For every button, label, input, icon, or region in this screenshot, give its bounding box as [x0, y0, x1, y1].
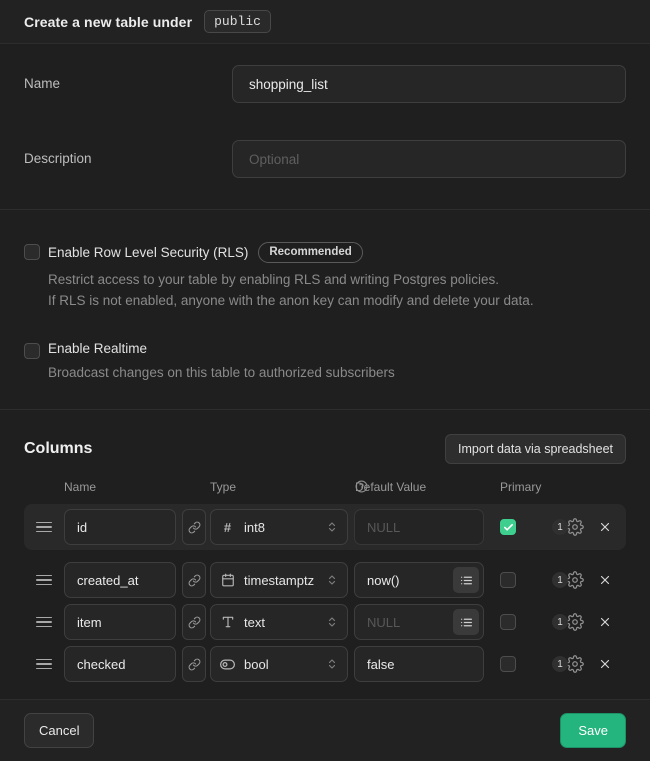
calendar-icon	[220, 573, 235, 587]
column-settings-button[interactable]: 1	[552, 571, 584, 589]
primary-key-checkbox[interactable]	[500, 519, 516, 535]
description-field-row: Description	[24, 140, 626, 178]
realtime-label: Enable Realtime	[48, 341, 147, 356]
toggle-icon	[220, 657, 235, 672]
columns-heading: Columns	[24, 440, 92, 458]
gear-icon	[566, 655, 584, 673]
default-value-menu-icon[interactable]	[453, 609, 479, 635]
chevron-up-down-icon	[326, 521, 338, 533]
help-icon[interactable]	[355, 480, 368, 493]
close-icon	[598, 657, 612, 671]
column-row-checked: bool 1	[24, 646, 626, 682]
panel-header: Create a new table under public	[0, 0, 650, 44]
hash-icon: #	[220, 520, 235, 535]
realtime-description: Broadcast changes on this table to autho…	[48, 362, 626, 383]
text-type-icon	[220, 615, 235, 629]
header-type: Type	[210, 480, 236, 494]
settings-count-badge: 1	[552, 572, 568, 588]
rls-description: Restrict access to your table by enablin…	[48, 269, 626, 311]
settings-count-badge: 1	[552, 614, 568, 630]
column-name-input[interactable]	[64, 646, 176, 682]
rls-label: Enable Row Level Security (RLS)	[48, 245, 248, 260]
columns-section: Columns Import data via spreadsheet Name…	[0, 410, 650, 699]
cancel-button[interactable]: Cancel	[24, 713, 94, 748]
foreign-key-link-icon[interactable]	[182, 562, 206, 598]
save-button[interactable]: Save	[560, 713, 626, 748]
panel-title: Create a new table under	[24, 14, 192, 30]
column-table-headers: Name Type Default Value Primary	[24, 480, 626, 493]
column-default-input	[354, 509, 484, 545]
column-row-id: # int8 1	[24, 504, 626, 550]
name-field-row: Name	[24, 65, 626, 103]
table-options-section: Enable Row Level Security (RLS) Recommen…	[0, 210, 650, 410]
column-settings-button[interactable]: 1	[552, 518, 584, 536]
drag-handle-icon[interactable]	[36, 617, 52, 628]
table-name-input[interactable]	[232, 65, 626, 103]
column-settings-button[interactable]: 1	[552, 613, 584, 631]
column-rows: # int8 1	[24, 504, 626, 682]
column-settings-button[interactable]: 1	[552, 655, 584, 673]
gear-icon	[566, 571, 584, 589]
column-type-select[interactable]: # int8	[210, 509, 348, 545]
column-name-input[interactable]	[64, 604, 176, 640]
header-primary: Primary	[500, 480, 541, 494]
chevron-up-down-icon	[326, 616, 338, 628]
remove-column-button[interactable]	[598, 573, 612, 587]
description-label: Description	[24, 140, 232, 178]
panel-footer: Cancel Save	[0, 699, 650, 761]
close-icon	[598, 615, 612, 629]
gear-icon	[566, 613, 584, 631]
chevron-up-down-icon	[326, 658, 338, 670]
primary-key-checkbox[interactable]	[500, 572, 516, 588]
remove-column-button[interactable]	[598, 520, 612, 534]
import-spreadsheet-button[interactable]: Import data via spreadsheet	[445, 434, 626, 464]
gear-icon	[566, 518, 584, 536]
foreign-key-link-icon[interactable]	[182, 604, 206, 640]
column-type-select[interactable]: text	[210, 604, 348, 640]
primary-key-checkbox[interactable]	[500, 656, 516, 672]
close-icon	[598, 520, 612, 534]
rls-checkbox[interactable]	[24, 244, 40, 260]
schema-badge: public	[204, 10, 271, 33]
column-row-created-at: timestamptz 1	[24, 562, 626, 598]
column-name-input[interactable]	[64, 562, 176, 598]
column-type-select[interactable]: bool	[210, 646, 348, 682]
close-icon	[598, 573, 612, 587]
table-details-section: Name Description	[0, 44, 650, 210]
remove-column-button[interactable]	[598, 615, 612, 629]
create-table-panel: Create a new table under public Name Des…	[0, 0, 650, 761]
realtime-texts: Enable Realtime Broadcast changes on thi…	[48, 341, 626, 383]
recommended-badge: Recommended	[258, 242, 362, 263]
settings-count-badge: 1	[552, 656, 568, 672]
column-row-item: text 1	[24, 604, 626, 640]
foreign-key-link-icon[interactable]	[182, 509, 206, 545]
primary-key-checkbox[interactable]	[500, 614, 516, 630]
drag-handle-icon[interactable]	[36, 575, 52, 586]
settings-count-badge: 1	[552, 519, 568, 535]
realtime-checkbox[interactable]	[24, 343, 40, 359]
chevron-up-down-icon	[326, 574, 338, 586]
drag-handle-icon[interactable]	[36, 659, 52, 670]
rls-texts: Enable Row Level Security (RLS) Recommen…	[48, 242, 626, 311]
table-description-input[interactable]	[232, 140, 626, 178]
header-name: Name	[64, 480, 96, 494]
drag-handle-icon[interactable]	[36, 522, 52, 533]
column-default-input[interactable]	[354, 646, 484, 682]
remove-column-button[interactable]	[598, 657, 612, 671]
name-label: Name	[24, 65, 232, 103]
realtime-block: Enable Realtime Broadcast changes on thi…	[24, 341, 626, 383]
column-name-input[interactable]	[64, 509, 176, 545]
check-icon	[503, 522, 514, 533]
foreign-key-link-icon[interactable]	[182, 646, 206, 682]
default-value-menu-icon[interactable]	[453, 567, 479, 593]
column-type-select[interactable]: timestamptz	[210, 562, 348, 598]
rls-block: Enable Row Level Security (RLS) Recommen…	[24, 242, 626, 311]
